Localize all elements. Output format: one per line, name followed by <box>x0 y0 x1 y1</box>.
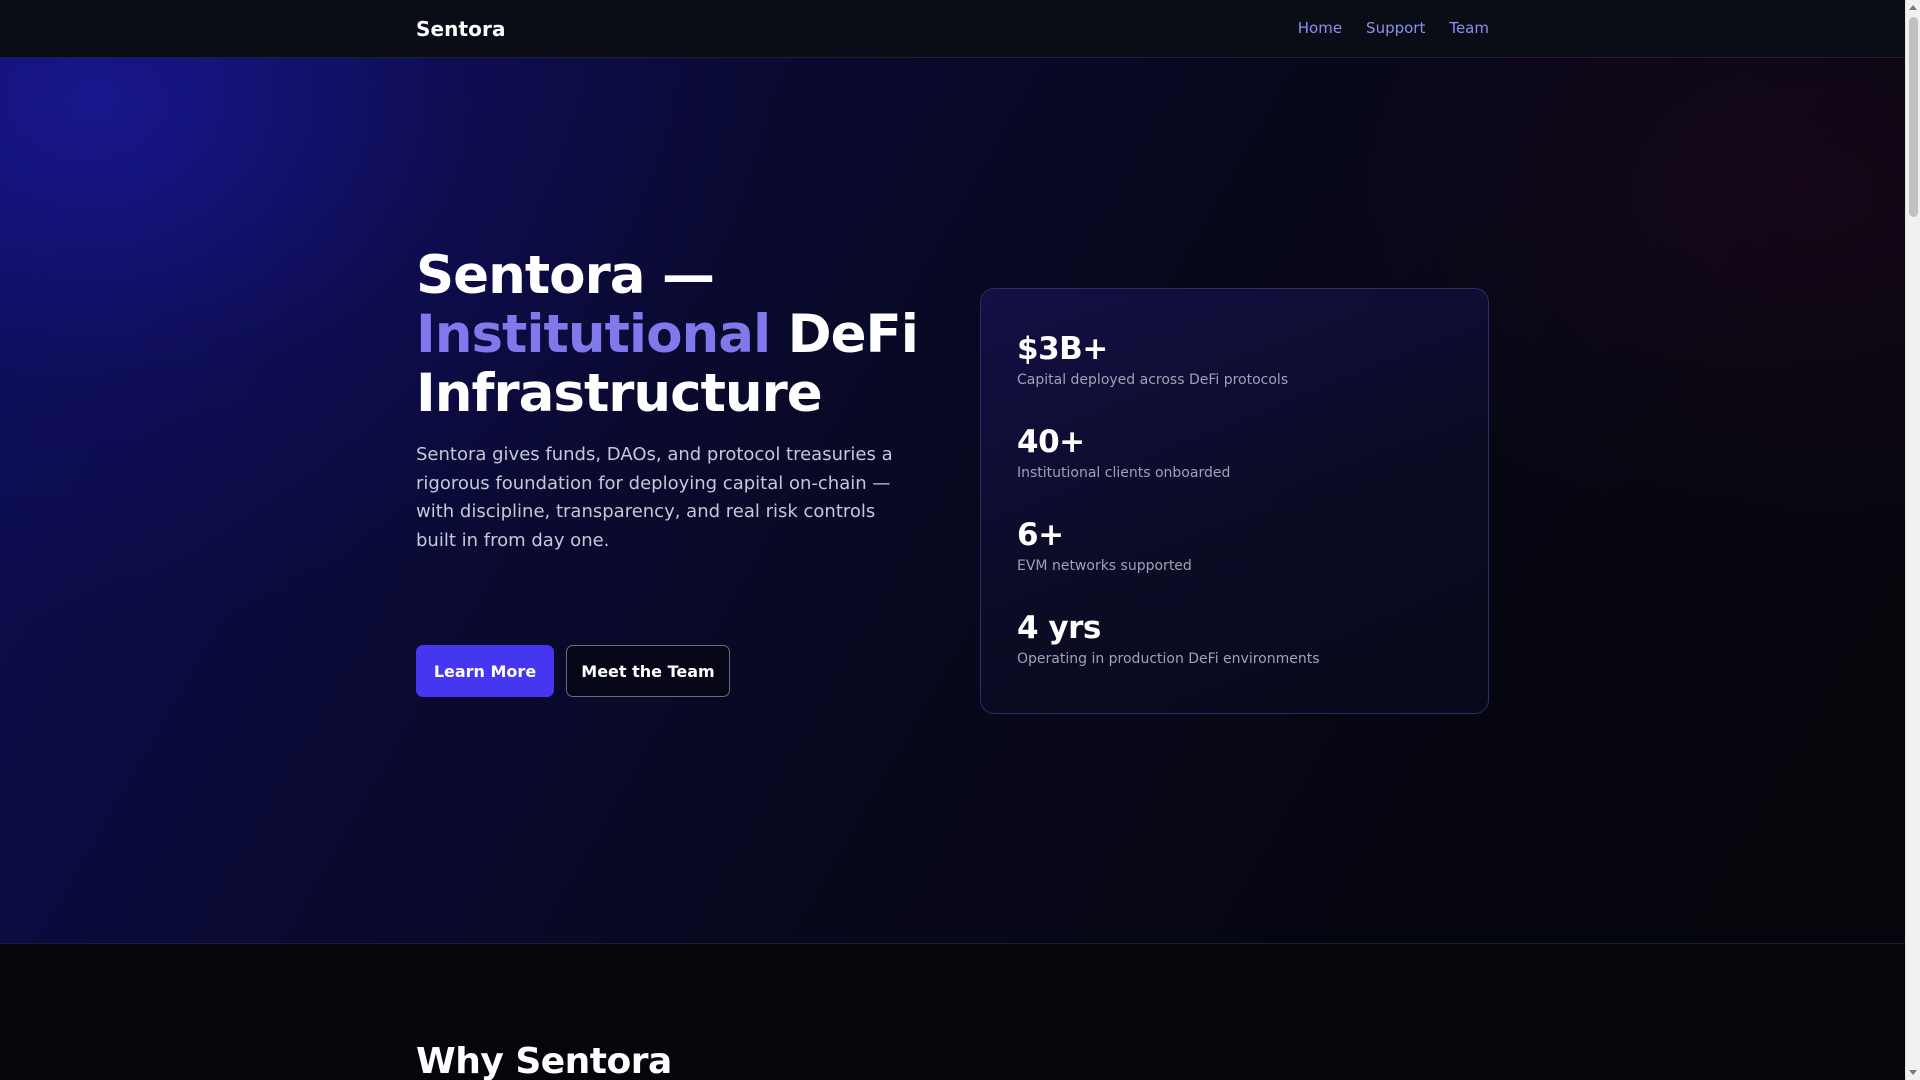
learn-more-button[interactable]: Learn More <box>416 645 554 697</box>
stat-item: 6+ EVM networks supported <box>1017 517 1452 610</box>
stat-value: 4 yrs <box>1017 610 1101 646</box>
scroll-thumb[interactable] <box>1909 17 1918 217</box>
hero-title-accent: Institutional <box>416 304 771 365</box>
nav-link-team[interactable]: Team <box>1449 19 1489 37</box>
hero-description: Sentora gives funds, DAOs, and protocol … <box>416 444 893 551</box>
page-scrollbar[interactable] <box>1905 0 1920 1080</box>
page: Sentora Home Support Team Sentora — Insti… <box>0 0 1920 1080</box>
stat-item: 40+ Institutional clients onboarded <box>1017 424 1452 517</box>
stat-value: 6+ <box>1017 517 1064 553</box>
hero-section <box>0 58 1905 944</box>
nav-links: Home Support Team <box>1298 19 1489 37</box>
stat-item: 4 yrs Operating in production DeFi envir… <box>1017 610 1452 703</box>
top-nav: Sentora Home Support Team <box>0 0 1905 58</box>
stat-label: EVM networks supported <box>1017 558 1192 574</box>
stat-label: Capital deployed across DeFi protocols <box>1017 372 1289 388</box>
stat-item: $3B+ Capital deployed across DeFi protoc… <box>1017 331 1452 424</box>
hero-title-line3: Infrastructure <box>416 363 823 424</box>
hero-title-line1: Sentora — <box>416 245 715 306</box>
scroll-up-arrow-icon[interactable] <box>1909 5 1917 10</box>
brand-logo-text[interactable]: Sentora <box>416 17 506 41</box>
meet-the-team-button[interactable]: Meet the Team <box>566 645 730 697</box>
nav-link-support[interactable]: Support <box>1366 19 1425 37</box>
nav-link-home[interactable]: Home <box>1298 19 1342 37</box>
hero-title-line2-rest: DeFi <box>770 304 919 365</box>
stats-card: $3B+ Capital deployed across DeFi protoc… <box>980 288 1489 714</box>
scroll-down-arrow-icon[interactable] <box>1909 1070 1917 1075</box>
hero-title: Sentora — Institutional DeFi Infrastructur… <box>416 246 976 423</box>
stat-value: 40+ <box>1017 424 1085 460</box>
why-sentora-heading: Why Sentora <box>416 1041 672 1080</box>
stat-value: $3B+ <box>1017 331 1108 367</box>
stat-label: Institutional clients onboarded <box>1017 465 1231 481</box>
stat-label: Operating in production DeFi environment… <box>1017 651 1320 667</box>
